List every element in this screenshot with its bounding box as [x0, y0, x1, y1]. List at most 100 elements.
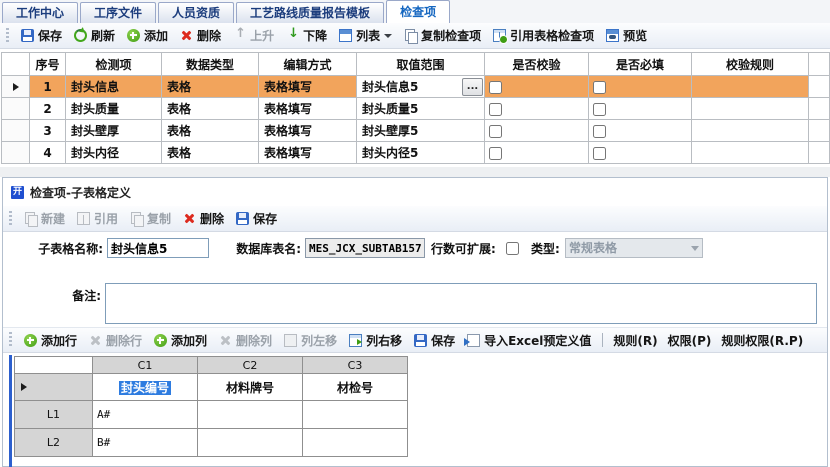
- cell-range[interactable]: 封头信息5 ...: [357, 76, 485, 98]
- row-expandable-checkbox[interactable]: [506, 242, 519, 255]
- grid-cell[interactable]: [198, 429, 303, 457]
- table-row-1[interactable]: 1 封头信息 表格 表格填写 封头信息5 ...: [2, 76, 830, 98]
- cell-range[interactable]: 封头内径5: [357, 142, 485, 164]
- reference-button[interactable]: 引用: [72, 208, 123, 229]
- cell-rule[interactable]: [692, 120, 809, 142]
- grid-col-header[interactable]: C3: [303, 357, 408, 374]
- grid-corner-cell[interactable]: [15, 357, 93, 374]
- grid-cell[interactable]: A#: [93, 401, 198, 429]
- grid-col-header[interactable]: C1: [93, 357, 198, 374]
- cell-item[interactable]: 封头质量: [66, 98, 162, 120]
- cell-range[interactable]: 封头壁厚5: [357, 120, 485, 142]
- cell-rule[interactable]: [692, 98, 809, 120]
- grid-cell[interactable]: [198, 401, 303, 429]
- save-grid-button[interactable]: 保存: [409, 330, 460, 351]
- cell-seq[interactable]: 2: [30, 98, 66, 120]
- delete-subtable-button[interactable]: 删除: [178, 208, 229, 229]
- cell-edit-mode[interactable]: 表格填写: [259, 76, 357, 98]
- refresh-button[interactable]: 刷新: [69, 25, 120, 46]
- rules-button[interactable]: 规则(R): [609, 330, 661, 351]
- cell-data-type[interactable]: 表格: [162, 76, 259, 98]
- grid-row-L1[interactable]: L1 A#: [15, 401, 408, 429]
- cell-item[interactable]: 封头信息: [66, 76, 162, 98]
- rule-permissions-button[interactable]: 规则权限(R.P): [717, 330, 807, 351]
- save-subtable-button[interactable]: 保存: [231, 208, 282, 229]
- row-selector-cell[interactable]: [2, 142, 30, 164]
- range-picker-button[interactable]: ...: [462, 78, 483, 96]
- header-item[interactable]: 检测项: [66, 53, 162, 76]
- ref-table-check-item-button[interactable]: 引用表格检查项: [488, 25, 599, 46]
- row-selector-cell[interactable]: [2, 98, 30, 120]
- subtable-name-input[interactable]: [107, 238, 209, 258]
- cell-rule[interactable]: [692, 76, 809, 98]
- header-range[interactable]: 取值范围: [357, 53, 485, 76]
- table-row-3[interactable]: 3 封头壁厚 表格 表格填写 封头壁厚5: [2, 120, 830, 142]
- grid-cell[interactable]: [303, 429, 408, 457]
- delete-col-button[interactable]: 删除列: [214, 330, 277, 351]
- header-required[interactable]: 是否必填: [589, 53, 692, 76]
- tab-work-center[interactable]: 工作中心: [2, 2, 78, 23]
- cell-seq[interactable]: 4: [30, 142, 66, 164]
- add-col-button[interactable]: 添加列: [149, 330, 212, 351]
- header-data-type[interactable]: 数据类型: [162, 53, 259, 76]
- grid-cell[interactable]: B#: [93, 429, 198, 457]
- move-down-button[interactable]: 下降: [281, 25, 332, 46]
- required-checkbox[interactable]: [593, 81, 606, 94]
- preview-button[interactable]: 预览: [601, 25, 652, 46]
- grid-row-header[interactable]: L2: [15, 429, 93, 457]
- grid-cell-field[interactable]: 材检号: [303, 374, 408, 401]
- grid-cell[interactable]: [303, 401, 408, 429]
- tab-process-files[interactable]: 工序文件: [80, 2, 156, 23]
- save-button[interactable]: 保存: [16, 25, 67, 46]
- copy-button[interactable]: 复制: [125, 208, 176, 229]
- move-up-button[interactable]: 上升: [228, 25, 279, 46]
- cell-seq[interactable]: 3: [30, 120, 66, 142]
- tab-personnel[interactable]: 人员资质: [158, 2, 234, 23]
- tab-route-quality-report-template[interactable]: 工艺路线质量报告模板: [236, 2, 384, 23]
- verify-checkbox[interactable]: [489, 147, 502, 160]
- row-selector-cell[interactable]: [2, 76, 30, 98]
- grid-row-header[interactable]: [15, 374, 93, 401]
- cell-item[interactable]: 封头壁厚: [66, 120, 162, 142]
- tab-check-items[interactable]: 检查项: [386, 0, 450, 23]
- grid-field-row[interactable]: 封头编号 材料牌号 材检号: [15, 374, 408, 401]
- add-button[interactable]: 添加: [122, 25, 173, 46]
- delete-row-button[interactable]: 删除行: [84, 330, 147, 351]
- col-left-button[interactable]: 列左移: [279, 330, 342, 351]
- remark-textarea[interactable]: [105, 283, 817, 324]
- required-checkbox[interactable]: [593, 147, 606, 160]
- grid-cell-field[interactable]: 材料牌号: [198, 374, 303, 401]
- required-checkbox[interactable]: [593, 103, 606, 116]
- verify-checkbox[interactable]: [489, 103, 502, 116]
- verify-checkbox[interactable]: [489, 125, 502, 138]
- grid-row-L2[interactable]: L2 B#: [15, 429, 408, 457]
- required-checkbox[interactable]: [593, 125, 606, 138]
- type-select[interactable]: 常规表格: [565, 238, 703, 258]
- cell-data-type[interactable]: 表格: [162, 98, 259, 120]
- header-edit-mode[interactable]: 编辑方式: [259, 53, 357, 76]
- row-selector-cell[interactable]: [2, 120, 30, 142]
- grid-cell-field[interactable]: 封头编号: [93, 374, 198, 401]
- db-table-input[interactable]: [305, 238, 425, 258]
- cell-range[interactable]: 封头质量5: [357, 98, 485, 120]
- new-button[interactable]: 新建: [19, 208, 70, 229]
- cell-edit-mode[interactable]: 表格填写: [259, 142, 357, 164]
- grid-row-header[interactable]: L1: [15, 401, 93, 429]
- cell-item[interactable]: 封头内径: [66, 142, 162, 164]
- cell-data-type[interactable]: 表格: [162, 142, 259, 164]
- delete-button[interactable]: 删除: [175, 25, 226, 46]
- table-row-4[interactable]: 4 封头内径 表格 表格填写 封头内径5: [2, 142, 830, 164]
- cell-seq[interactable]: 1: [30, 76, 66, 98]
- header-seq[interactable]: 序号: [30, 53, 66, 76]
- import-excel-button[interactable]: 导入Excel预定义值: [462, 330, 596, 351]
- cell-edit-mode[interactable]: 表格填写: [259, 120, 357, 142]
- cell-data-type[interactable]: 表格: [162, 120, 259, 142]
- cell-edit-mode[interactable]: 表格填写: [259, 98, 357, 120]
- grid-col-header[interactable]: C2: [198, 357, 303, 374]
- header-rule[interactable]: 校验规则: [692, 53, 809, 76]
- permissions-button[interactable]: 权限(P): [664, 330, 716, 351]
- table-row-2[interactable]: 2 封头质量 表格 表格填写 封头质量5: [2, 98, 830, 120]
- header-verify[interactable]: 是否校验: [485, 53, 589, 76]
- cell-rule[interactable]: [692, 142, 809, 164]
- copy-check-item-button[interactable]: 复制检查项: [399, 25, 486, 46]
